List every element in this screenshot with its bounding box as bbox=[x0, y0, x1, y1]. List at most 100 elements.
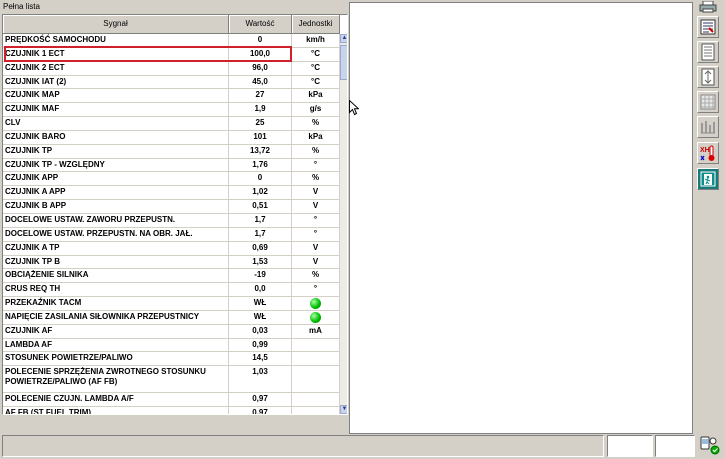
scroll-up-button[interactable]: ▲ bbox=[340, 34, 347, 43]
table-body: PRĘDKOŚĆ SAMOCHODU 0 km/h CZUJNIK 1 ECT 100,… bbox=[3, 34, 340, 414]
signal-name-cell: CZUJNIK 2 ECT bbox=[3, 61, 229, 75]
table-row[interactable]: CZUJNIK MAP 27 kPa bbox=[3, 89, 340, 104]
table-row[interactable]: CZUJNIK AF 0,03 mA bbox=[3, 324, 340, 339]
table-row[interactable]: CLV 25% bbox=[3, 117, 340, 131]
table-row[interactable]: PRĘDKOŚĆ SAMOCHODU 0 km/h bbox=[3, 34, 340, 48]
signal-value-cell: WŁ bbox=[229, 310, 292, 324]
signal-name-cell: DOCELOWE USTAW. ZAWORU PRZEPUSTN. bbox=[3, 213, 229, 227]
column-header-unit[interactable]: Jednostki bbox=[292, 15, 340, 34]
table-row[interactable]: CZUJNIK TP - WZGLĘDNY 1,76 ° bbox=[3, 158, 340, 173]
table-row[interactable]: AF FB (ST FUEL TRIM) 0,97 bbox=[3, 406, 340, 414]
table-row[interactable]: CZUJNIK A APP 1,02 V bbox=[3, 186, 340, 201]
signal-name-cell: POLECENIE SPRZĘŻENIA ZWROTNEGO STOSUNKU … bbox=[3, 366, 229, 392]
signal-select-button[interactable] bbox=[697, 16, 719, 38]
signal-value-cell: 96,0 bbox=[229, 61, 292, 75]
signal-unit-cell: % bbox=[292, 117, 340, 130]
signal-value-cell: 0,0 bbox=[229, 283, 292, 297]
signal-value-cell: 0 bbox=[229, 34, 292, 47]
status-segment-main bbox=[2, 435, 604, 457]
table-row[interactable]: DOCELOWE USTAW. ZAWORU PRZEPUSTN. 1,7 ° bbox=[3, 213, 340, 228]
signal-value-cell: WŁ bbox=[229, 297, 292, 310]
signal-unit-cell bbox=[292, 310, 340, 324]
signal-unit-cell: % bbox=[292, 172, 340, 186]
table-row[interactable]: STOSUNEK POWIETRZE/PALIWO 14,5 bbox=[3, 352, 340, 367]
signal-unit-cell: g/s bbox=[292, 103, 340, 117]
table-row[interactable]: CRUS REQ TH 0,0 ° bbox=[3, 283, 340, 298]
signal-name-cell: CZUJNIK IAT (2) bbox=[3, 75, 229, 89]
table-row[interactable]: CZUJNIK TP 13,72% bbox=[3, 144, 340, 159]
signal-unit-cell: % bbox=[292, 144, 340, 158]
signal-name-cell: CZUJNIK B APP bbox=[3, 200, 229, 213]
table-row[interactable]: CZUJNIK 1 ECT 100,0 °C bbox=[3, 47, 340, 62]
table-row[interactable]: CZUJNIK BARO 101 kPa bbox=[3, 130, 340, 145]
table-row[interactable]: PRZEKAŹNIK TACM WŁ bbox=[3, 297, 340, 311]
signal-name-cell: CZUJNIK TP bbox=[3, 144, 229, 158]
table-row[interactable]: CZUJNIK A TP 0,69 V bbox=[3, 241, 340, 256]
graph-settings-button[interactable] bbox=[697, 116, 719, 138]
status-segment-2 bbox=[655, 435, 695, 457]
list-view-icon bbox=[701, 43, 715, 61]
signal-name-cell: CZUJNIK BARO bbox=[3, 130, 229, 144]
graph-display-area[interactable] bbox=[349, 2, 693, 434]
signal-table: Sygnał Wartość Jednostki PRĘDKOŚĆ SAMOCH… bbox=[2, 14, 348, 415]
exit-icon bbox=[700, 171, 716, 187]
table-row[interactable]: CZUJNIK MAF 1,9 g/s bbox=[3, 103, 340, 118]
signal-value-cell: 1,53 bbox=[229, 255, 292, 269]
signal-unit-cell bbox=[292, 406, 340, 414]
print-button[interactable] bbox=[697, 0, 719, 14]
signal-value-cell: 0,03 bbox=[229, 324, 292, 338]
exit-button[interactable] bbox=[697, 168, 719, 190]
signal-unit-cell: km/h bbox=[292, 34, 340, 47]
signal-unit-cell: mA bbox=[292, 324, 340, 338]
signal-value-cell: 100,0 bbox=[229, 47, 292, 61]
status-bar bbox=[2, 435, 723, 457]
table-row[interactable]: CZUJNIK IAT (2) 45,0 °C bbox=[3, 75, 340, 90]
signal-value-cell: 0 bbox=[229, 172, 292, 186]
signal-unit-cell bbox=[292, 338, 340, 352]
column-header-value[interactable]: Wartość bbox=[229, 15, 292, 34]
scroll-thumb[interactable] bbox=[340, 45, 347, 80]
status-indicator-icon bbox=[310, 311, 321, 323]
vertical-scrollbar[interactable]: ▲ ▼ bbox=[340, 34, 347, 414]
signal-value-cell: 1,02 bbox=[229, 186, 292, 200]
freeze-frame-button[interactable]: XH bbox=[697, 142, 719, 164]
panel-title: Pełna lista bbox=[3, 2, 40, 11]
signal-unit-cell: °C bbox=[292, 47, 340, 61]
table-row[interactable]: CZUJNIK APP 0% bbox=[3, 172, 340, 187]
table-row[interactable]: CZUJNIK B APP 0,51 V bbox=[3, 200, 340, 214]
list-view-button[interactable] bbox=[697, 41, 719, 63]
signal-unit-cell bbox=[292, 297, 340, 310]
signal-unit-cell: V bbox=[292, 241, 340, 255]
scroll-down-button[interactable]: ▼ bbox=[340, 405, 347, 414]
signal-select-icon bbox=[700, 19, 716, 35]
signal-value-cell: -19 bbox=[229, 269, 292, 283]
signal-unit-cell: kPa bbox=[292, 130, 340, 144]
table-row[interactable]: POLECENIE CZUJN. LAMBDA A/F 0,97 bbox=[3, 392, 340, 407]
table-header: Sygnał Wartość Jednostki bbox=[3, 15, 340, 34]
table-row[interactable]: DOCELOWE USTAW. PRZEPUSTN. NA OBR. JAŁ. 1… bbox=[3, 227, 340, 242]
signal-name-cell: CZUJNIK A TP bbox=[3, 241, 229, 255]
signal-value-cell: 1,9 bbox=[229, 103, 292, 117]
graph-settings-icon bbox=[701, 121, 715, 134]
svg-text:XH: XH bbox=[700, 147, 710, 154]
table-row[interactable]: CZUJNIK 2 ECT 96,0 °C bbox=[3, 61, 340, 76]
signal-value-cell: 27 bbox=[229, 89, 292, 103]
freeze-frame-icon: XH bbox=[700, 145, 715, 161]
signal-unit-cell bbox=[292, 366, 340, 392]
split-view-button[interactable] bbox=[697, 66, 719, 88]
signal-unit-cell: kPa bbox=[292, 89, 340, 103]
signal-unit-cell: V bbox=[292, 200, 340, 213]
column-header-signal[interactable]: Sygnał bbox=[3, 15, 229, 34]
side-toolbar: XH bbox=[695, 0, 725, 200]
table-row[interactable]: POLECENIE SPRZĘŻENIA ZWROTNEGO STOSUNKU … bbox=[3, 366, 340, 393]
table-row[interactable]: CZUJNIK TP B 1,53 V bbox=[3, 255, 340, 270]
table-row[interactable]: LAMBDA AF 0,99 bbox=[3, 338, 340, 353]
signal-name-cell: CZUJNIK 1 ECT bbox=[3, 47, 229, 61]
signal-unit-cell: °C bbox=[292, 61, 340, 75]
table-row[interactable]: OBCIĄŻENIE SILNIKA -19% bbox=[3, 269, 340, 284]
signal-unit-cell: ° bbox=[292, 213, 340, 227]
table-row[interactable]: NAPIĘCIE ZASILANIA SIŁOWNIKA PRZEPUSTNIC… bbox=[3, 310, 340, 325]
grid-view-button[interactable] bbox=[697, 91, 719, 113]
signal-name-cell: CZUJNIK TP B bbox=[3, 255, 229, 269]
signal-value-cell: 0,51 bbox=[229, 200, 292, 213]
